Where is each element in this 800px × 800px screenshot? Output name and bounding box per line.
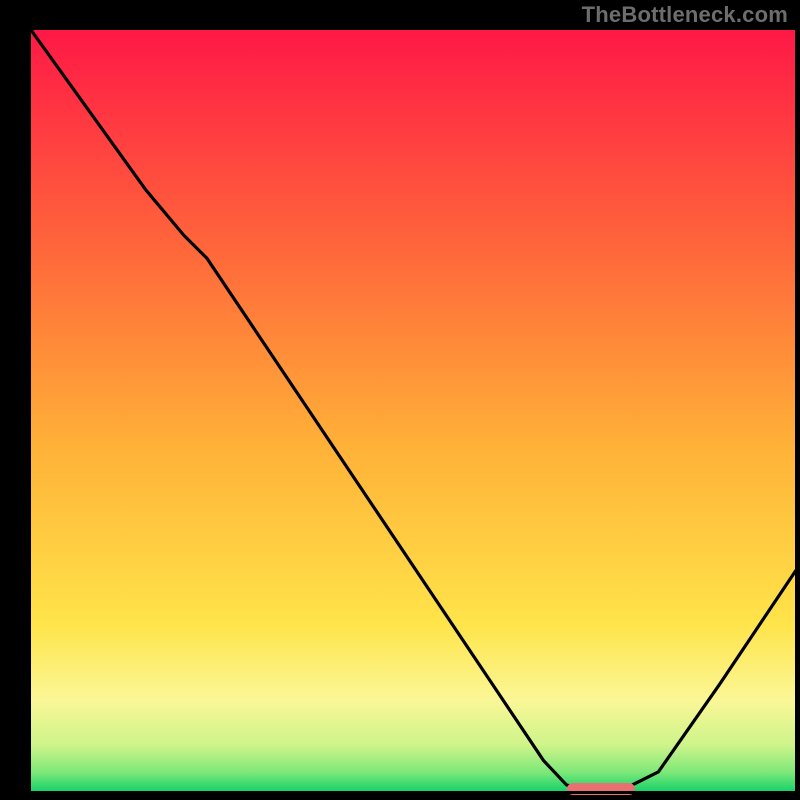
chart-stage: TheBottleneck.com: [0, 0, 800, 800]
bottleneck-curve: [31, 30, 796, 791]
axis-frame-bottom: [28, 791, 798, 794]
plot-area: [31, 30, 796, 791]
watermark-text: TheBottleneck.com: [582, 2, 788, 28]
axis-frame-right: [795, 27, 798, 794]
axis-frame-left: [28, 27, 31, 794]
axis-frame-top: [28, 27, 798, 30]
